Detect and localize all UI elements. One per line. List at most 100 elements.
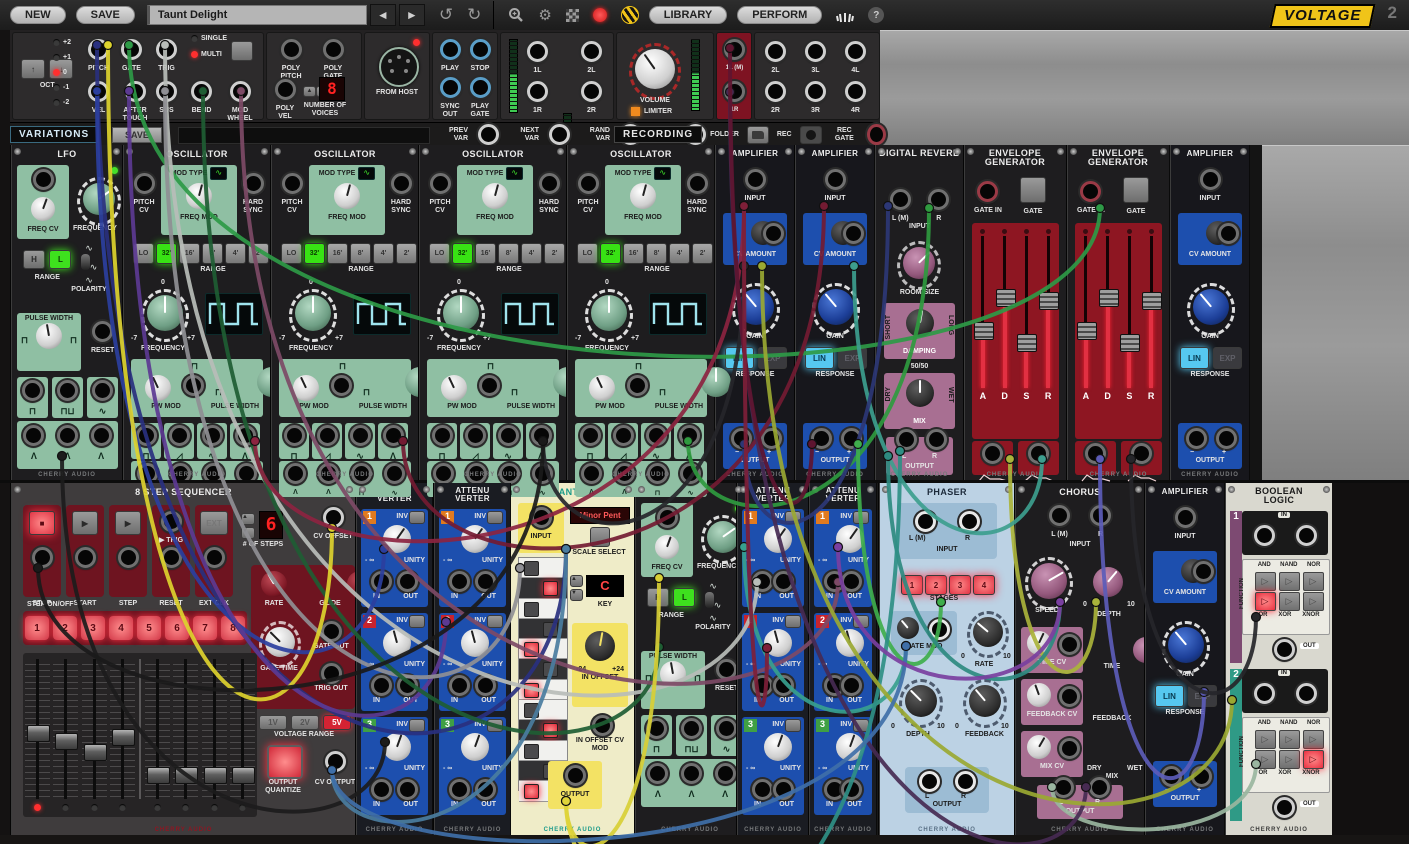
save-button[interactable]: SAVE: [76, 6, 135, 24]
scale-select-button[interactable]: [590, 527, 610, 547]
bool-out-jack[interactable]: [1274, 797, 1295, 818]
seq-step-button[interactable]: ▶: [115, 511, 141, 535]
input-jack[interactable]: [745, 169, 766, 190]
nor-button[interactable]: ▷: [1303, 572, 1324, 591]
pw-mod-jack[interactable]: [479, 375, 500, 396]
gate-button[interactable]: [1123, 177, 1149, 203]
seq-fader-4[interactable]: [110, 659, 135, 799]
in-offset-cv-jack[interactable]: [592, 715, 613, 736]
output-minus-jack[interactable]: [731, 428, 752, 449]
att-out-jack[interactable]: [841, 779, 862, 800]
rate-mod-jack[interactable]: [929, 619, 950, 640]
output-minus-jack[interactable]: [811, 428, 832, 449]
rec-gate-jack[interactable]: [867, 124, 885, 145]
help-icon[interactable]: ?: [868, 7, 884, 23]
undo-icon[interactable]: ↺: [439, 5, 453, 25]
reset-jack[interactable]: [92, 321, 113, 342]
wave-out-jack[interactable]: [531, 425, 552, 446]
mix-knob[interactable]: [906, 379, 934, 407]
seq-fader-7[interactable]: [202, 659, 227, 799]
random-out-jack[interactable]: [681, 718, 702, 739]
seq-stop-jack[interactable]: [32, 547, 53, 568]
cv-amount-jack[interactable]: [763, 223, 784, 244]
output-plus-jack[interactable]: [1191, 766, 1212, 787]
freq-cv-jack[interactable]: [33, 169, 54, 190]
1l-jack[interactable]: [527, 41, 548, 62]
att-out-jack[interactable]: [475, 779, 496, 800]
range-lo-button[interactable]: LO: [429, 243, 450, 264]
2r-out-jack[interactable]: [765, 81, 786, 102]
bool-in-b-jack[interactable]: [1296, 683, 1317, 704]
reverb-in-l-jack[interactable]: [890, 189, 911, 210]
range-lo-button[interactable]: LO: [133, 243, 154, 264]
sine-out-jack[interactable]: [716, 718, 737, 739]
quant-black-key[interactable]: [519, 720, 567, 740]
att-out-jack[interactable]: [773, 779, 794, 800]
range-32-button[interactable]: 32': [304, 243, 325, 264]
speed-knob[interactable]: [1031, 563, 1067, 599]
step-button-8[interactable]: 8: [221, 616, 245, 640]
output-quantize-button[interactable]: [267, 745, 303, 779]
wave-out-jack[interactable]: [202, 425, 223, 446]
gain-knob[interactable]: [1168, 627, 1204, 663]
tri-out-jack[interactable]: [647, 763, 668, 784]
range-32-button[interactable]: 32': [600, 243, 621, 264]
pw-mod-knob[interactable]: [293, 375, 319, 401]
key-stepper[interactable]: ▲ ▼: [570, 575, 583, 601]
att-in-jack[interactable]: [449, 779, 470, 800]
folder-button[interactable]: [747, 126, 769, 144]
gain-knob[interactable]: [818, 289, 854, 325]
aftertouch-jack[interactable]: [125, 81, 146, 102]
exp-button[interactable]: EXP: [758, 347, 787, 369]
osc-frequency-knob[interactable]: [295, 295, 331, 331]
and-button[interactable]: ▷: [1255, 730, 1276, 749]
inv-button[interactable]: [487, 615, 503, 628]
inv-button[interactable]: [785, 719, 801, 732]
exp-button[interactable]: EXP: [1188, 685, 1217, 707]
range-8-button[interactable]: 8': [498, 243, 519, 264]
seq-cv-output-jack[interactable]: [325, 751, 346, 772]
in-offset-knob[interactable]: [585, 631, 615, 661]
att-out-jack[interactable]: [841, 571, 862, 592]
att-out-jack[interactable]: [773, 571, 794, 592]
att-knob[interactable]: [461, 733, 489, 761]
step-button-1[interactable]: 1: [25, 616, 49, 640]
rec-button[interactable]: [800, 126, 822, 144]
chorus-in-r-jack[interactable]: [1090, 505, 1111, 526]
record-button[interactable]: [593, 8, 607, 22]
osc-frequency-knob[interactable]: [443, 295, 479, 331]
waveform-display[interactable]: [501, 293, 559, 335]
att-knob[interactable]: [836, 629, 864, 657]
env-slider-A[interactable]: A: [1076, 227, 1096, 439]
sus-jack[interactable]: [156, 81, 177, 102]
mix-cv-jack[interactable]: [1059, 738, 1080, 759]
steps-down-button[interactable]: ▼: [241, 527, 255, 539]
output-minus-jack[interactable]: [1161, 766, 1182, 787]
range-5v-button[interactable]: 5V: [323, 715, 351, 730]
polarity-toggle[interactable]: [705, 592, 714, 608]
4l-out-jack[interactable]: [845, 41, 866, 62]
xnor-button[interactable]: ▷: [1303, 592, 1324, 611]
3l-out-jack[interactable]: [805, 41, 826, 62]
steps-up-button[interactable]: ▲: [241, 513, 255, 525]
step-button-7[interactable]: 7: [193, 616, 217, 640]
waveform-display[interactable]: [353, 293, 411, 335]
att-knob[interactable]: [836, 525, 864, 553]
cable-hand-icon[interactable]: [836, 7, 854, 23]
att-knob[interactable]: [461, 525, 489, 553]
stage-4-button[interactable]: 4: [973, 575, 995, 595]
xor-button[interactable]: ▷: [1279, 592, 1300, 611]
lin-button[interactable]: LIN: [1155, 685, 1184, 707]
range-2-button[interactable]: 2': [692, 243, 713, 264]
env-slider-R[interactable]: R: [1141, 227, 1161, 439]
quant-white-key[interactable]: [519, 639, 567, 659]
bool-in-b-jack[interactable]: [1296, 525, 1317, 546]
library-button[interactable]: LIBRARY: [649, 6, 727, 24]
quant-input-jack[interactable]: [531, 507, 552, 528]
inv-button[interactable]: [409, 511, 425, 524]
wave-out-jack[interactable]: [465, 425, 486, 446]
seq-fader-8[interactable]: [230, 659, 255, 799]
seq-start-jack[interactable]: [75, 547, 96, 568]
pw-mod-jack[interactable]: [183, 375, 204, 396]
att-knob[interactable]: [764, 629, 792, 657]
